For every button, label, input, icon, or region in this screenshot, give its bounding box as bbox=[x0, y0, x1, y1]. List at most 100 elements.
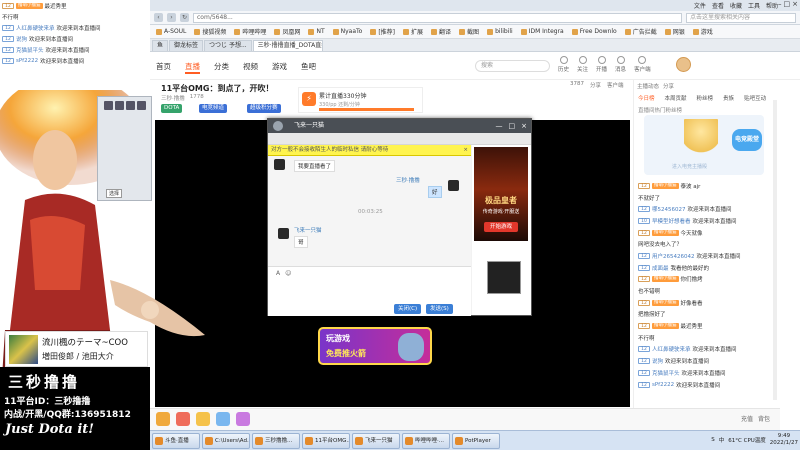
overlay-select-button[interactable]: 选择 bbox=[106, 189, 123, 198]
tab-yulong[interactable]: 御龙标签 bbox=[169, 40, 204, 51]
bookmark[interactable]: 广告拦截 bbox=[624, 27, 657, 36]
chat-input-area[interactable]: A ☺ 关闭(C) 发送(S) bbox=[268, 266, 471, 316]
client-link[interactable]: 客户端 bbox=[607, 81, 624, 89]
game-ad[interactable]: 极品皇者 传奇游戏·开服送 开始游戏 bbox=[474, 147, 528, 241]
taskbar-item[interactable]: 三秒撸撸... bbox=[252, 432, 300, 449]
tab-noble[interactable]: 贵族 bbox=[723, 94, 734, 102]
nav-video[interactable]: 视频 bbox=[243, 61, 258, 74]
taskbar-item[interactable]: C:\Users\Ad... bbox=[202, 432, 250, 449]
menu-favorites[interactable]: 收藏 bbox=[730, 1, 742, 10]
overlay-button-icon[interactable] bbox=[137, 101, 146, 110]
bookmark[interactable]: NyaaTo bbox=[332, 28, 362, 35]
nav-live[interactable]: 直播 bbox=[185, 61, 200, 74]
menu-tools[interactable]: 工具 bbox=[748, 1, 760, 10]
bookmark[interactable]: Free Downlo bbox=[571, 28, 617, 35]
bookmark[interactable]: bilibili bbox=[487, 28, 513, 35]
gift-icon[interactable] bbox=[196, 412, 210, 426]
streamer-name[interactable]: 三秒·撸撸 bbox=[161, 94, 185, 102]
chat-titlebar[interactable]: 飞来一只猫 — □ × bbox=[268, 119, 531, 133]
ime-icon[interactable]: S bbox=[711, 437, 715, 443]
url-input[interactable]: com/5648... bbox=[193, 12, 682, 23]
maximize-icon[interactable]: □ bbox=[784, 0, 791, 8]
category-tag[interactable]: DOTA bbox=[161, 104, 183, 113]
font-icon[interactable]: A bbox=[276, 270, 280, 277]
chat-username[interactable]: 哪52456027 bbox=[652, 205, 686, 213]
live-task-card[interactable]: ⚡ 累计直播330分钟 330/pp 还剩/分钟 bbox=[298, 87, 423, 113]
bookmark[interactable]: 搜狐视频 bbox=[194, 27, 226, 36]
refresh-icon[interactable]: ↻ bbox=[180, 13, 189, 22]
gift-icon[interactable] bbox=[176, 412, 190, 426]
promo-banner[interactable]: 玩游戏 免费推火箭 bbox=[318, 327, 432, 365]
tab-tsutsuji[interactable]: つつじ 予想... bbox=[204, 40, 252, 51]
bookmark[interactable]: IDM Integra bbox=[520, 28, 564, 35]
overlay-button-icon[interactable] bbox=[126, 101, 135, 110]
bookmark[interactable]: 网银 bbox=[664, 27, 685, 36]
minimize-icon[interactable]: – bbox=[778, 0, 782, 8]
bookmark[interactable]: 翻译 bbox=[431, 27, 451, 36]
chat-username[interactable]: 早模型好想看看 bbox=[652, 217, 691, 225]
forward-icon[interactable]: › bbox=[167, 13, 176, 22]
overlay-button-icon[interactable] bbox=[115, 101, 124, 110]
gift-icon[interactable] bbox=[216, 412, 230, 426]
emoji-icon[interactable]: ☺ bbox=[285, 270, 291, 277]
taskbar-item[interactable]: 11平台OMG... bbox=[302, 432, 350, 449]
streamer-news-link[interactable]: 主播动态 bbox=[637, 82, 659, 90]
backpack-button[interactable]: 背包 bbox=[758, 414, 770, 423]
bookmark[interactable]: 凤凰网 bbox=[274, 27, 300, 36]
chat-username[interactable]: 人红鼻硬驶来承 bbox=[652, 345, 691, 353]
chat-username[interactable]: 用户265426042 bbox=[652, 252, 695, 260]
nav-game[interactable]: 游戏 bbox=[272, 61, 287, 74]
close-chat-button[interactable]: 关闭(C) bbox=[394, 304, 422, 314]
taskbar-item[interactable]: 飞来一只猫 bbox=[352, 432, 400, 449]
bookmark[interactable]: 扩展 bbox=[403, 27, 423, 36]
taskbar-item[interactable]: 斗鱼·直播 bbox=[152, 432, 200, 449]
points-tag[interactable]: 超级积分赛 bbox=[247, 104, 281, 113]
esports-banner[interactable]: 进入电竞主播殿 电竞殿堂 bbox=[644, 115, 764, 175]
history-button[interactable]: 历史 bbox=[558, 56, 569, 73]
bookmark[interactable]: 截图 bbox=[459, 27, 479, 36]
chat-username[interactable]: 成面最 bbox=[652, 264, 669, 272]
bookmark[interactable]: A-SOUL bbox=[156, 28, 186, 35]
chat-username[interactable]: 人红鼻硬驶来承 bbox=[16, 24, 55, 32]
bookmark[interactable]: NT bbox=[308, 28, 325, 35]
recharge-button[interactable]: 充值 bbox=[741, 414, 753, 423]
menu-help[interactable]: 帮助 bbox=[766, 1, 778, 10]
chat-scrollbar[interactable] bbox=[773, 100, 777, 400]
maximize-icon[interactable]: □ bbox=[509, 119, 516, 133]
close-icon[interactable]: × bbox=[521, 119, 527, 133]
gift-icon[interactable] bbox=[236, 412, 250, 426]
chat-username[interactable]: 说狗 bbox=[652, 357, 663, 365]
chat-username[interactable]: 克猫鼠平头 bbox=[652, 369, 680, 377]
bookmark[interactable]: 哔哩哔哩 bbox=[234, 27, 266, 36]
nav-home[interactable]: 首页 bbox=[156, 61, 171, 74]
broadcast-button[interactable]: 开播 bbox=[596, 56, 607, 73]
start-game-button[interactable]: 开始游戏 bbox=[484, 222, 518, 232]
site-search-input[interactable]: 搜索 bbox=[475, 60, 550, 72]
clock[interactable]: 9:49 2022/1/27 bbox=[770, 433, 798, 447]
client-button[interactable]: 客户端 bbox=[634, 56, 651, 73]
channel-tag[interactable]: 电竞频道 bbox=[199, 104, 228, 113]
tab-today[interactable]: 今日榜 bbox=[638, 94, 655, 102]
menu-file[interactable]: 文件 bbox=[694, 1, 706, 10]
tab-douyu[interactable]: 鱼 bbox=[152, 40, 169, 51]
chat-username[interactable]: 克猫鼠平头 bbox=[16, 46, 44, 54]
browser-search-input[interactable]: 点击这里搜索相关内容 bbox=[686, 12, 796, 23]
send-button[interactable]: 发送(S) bbox=[426, 304, 453, 314]
nav-forum[interactable]: 鱼吧 bbox=[301, 61, 316, 74]
nav-category[interactable]: 分类 bbox=[214, 61, 229, 74]
menu-view[interactable]: 查看 bbox=[712, 1, 724, 10]
tab-stream[interactable]: 三秒·撸撸直播_DOTA直播_斗... bbox=[252, 40, 323, 51]
chat-username[interactable]: sPf2222 bbox=[16, 58, 38, 64]
bookmark[interactable]: [推荐] bbox=[370, 27, 395, 36]
chat-username[interactable]: sPf2222 bbox=[652, 382, 674, 388]
back-icon[interactable]: ‹ bbox=[154, 13, 163, 22]
taskbar-item[interactable]: 哔哩哔哩·... bbox=[402, 432, 450, 449]
gift-icon[interactable] bbox=[156, 412, 170, 426]
message-button[interactable]: 消息 bbox=[615, 56, 626, 73]
tab-week[interactable]: 本周贡献 bbox=[665, 94, 687, 102]
avatar[interactable] bbox=[676, 57, 691, 72]
close-icon[interactable]: × bbox=[792, 0, 798, 8]
tab-fans[interactable]: 粉丝榜 bbox=[697, 94, 714, 102]
chat-username[interactable]: 说狗 bbox=[16, 35, 27, 43]
minimize-icon[interactable]: — bbox=[496, 119, 503, 133]
